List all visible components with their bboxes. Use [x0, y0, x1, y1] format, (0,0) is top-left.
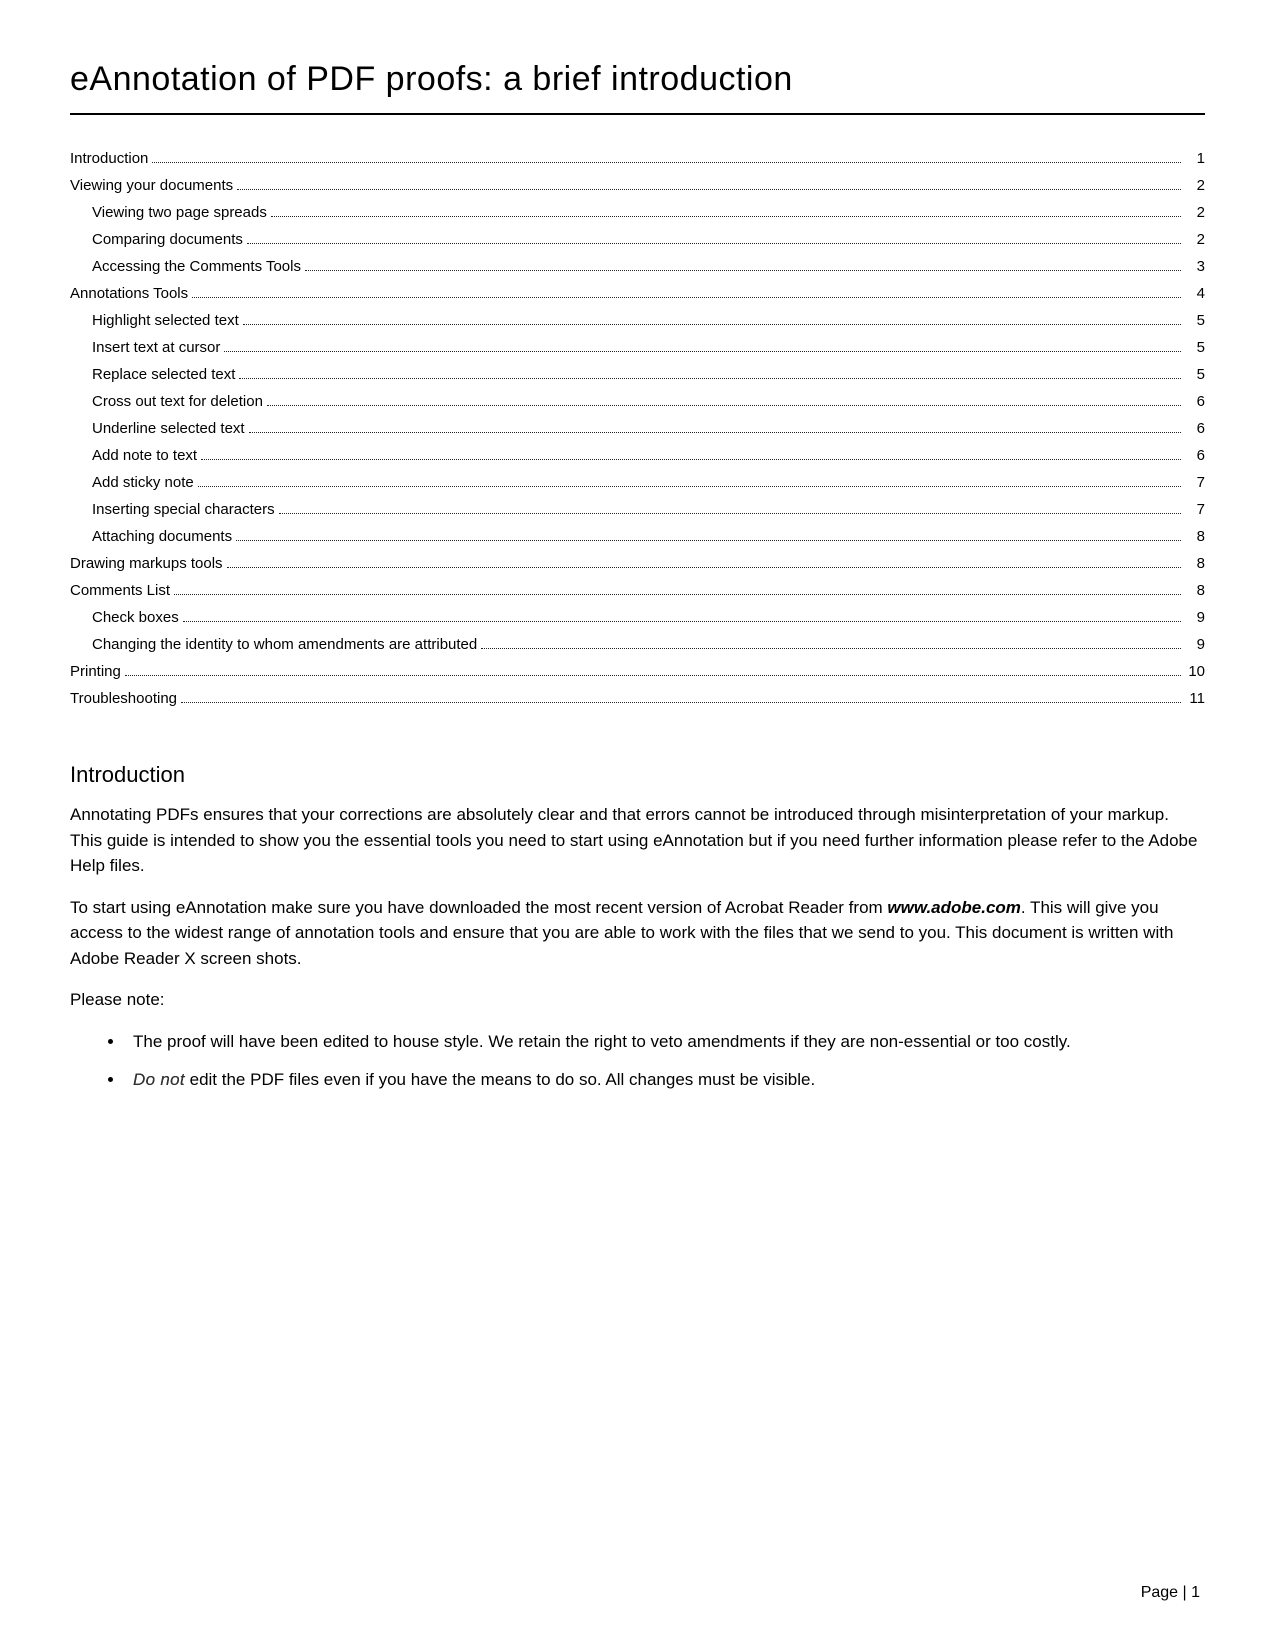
toc-entry[interactable]: Cross out text for deletion 6 — [70, 388, 1205, 415]
toc-entry-label: Changing the identity to whom amendments… — [92, 631, 477, 658]
toc-entry[interactable]: Troubleshooting 11 — [70, 685, 1205, 712]
toc-entry-page: 8 — [1185, 523, 1205, 550]
toc-entry-page: 10 — [1185, 658, 1205, 685]
toc-entry[interactable]: Add sticky note 7 — [70, 469, 1205, 496]
toc-entry-page: 2 — [1185, 226, 1205, 253]
toc-entry[interactable]: Replace selected text 5 — [70, 361, 1205, 388]
toc-leader-dots — [183, 621, 1181, 622]
toc-entry-page: 7 — [1185, 469, 1205, 496]
toc-entry-label: Check boxes — [92, 604, 179, 631]
toc-entry-page: 9 — [1185, 604, 1205, 631]
toc-leader-dots — [181, 702, 1181, 703]
toc-entry-label: Highlight selected text — [92, 307, 239, 334]
toc-entry-label: Attaching documents — [92, 523, 232, 550]
toc-entry-label: Add note to text — [92, 442, 197, 469]
toc-leader-dots — [152, 162, 1181, 163]
toc-entry-page: 1 — [1185, 145, 1205, 172]
toc-entry-label: Printing — [70, 658, 121, 685]
toc-entry-label: Comparing documents — [92, 226, 243, 253]
toc-entry-label: Inserting special characters — [92, 496, 275, 523]
toc-leader-dots — [249, 432, 1181, 433]
adobe-link-text: www.adobe.com — [887, 898, 1021, 917]
please-note-label: Please note: — [70, 987, 1205, 1013]
toc-entry-page: 4 — [1185, 280, 1205, 307]
toc-leader-dots — [305, 270, 1181, 271]
list-item: Do not edit the PDF files even if you ha… — [125, 1067, 1205, 1093]
toc-entry-page: 5 — [1185, 334, 1205, 361]
toc-entry[interactable]: Inserting special characters 7 — [70, 496, 1205, 523]
toc-leader-dots — [271, 216, 1181, 217]
toc-entry-label: Comments List — [70, 577, 170, 604]
toc-entry[interactable]: Comparing documents 2 — [70, 226, 1205, 253]
toc-entry-label: Insert text at cursor — [92, 334, 220, 361]
toc-leader-dots — [201, 459, 1181, 460]
toc-entry[interactable]: Viewing two page spreads 2 — [70, 199, 1205, 226]
toc-entry-label: Underline selected text — [92, 415, 245, 442]
toc-leader-dots — [243, 324, 1181, 325]
toc-entry[interactable]: Attaching documents 8 — [70, 523, 1205, 550]
toc-leader-dots — [247, 243, 1181, 244]
toc-leader-dots — [198, 486, 1181, 487]
toc-entry-page: 9 — [1185, 631, 1205, 658]
toc-entry-label: Viewing your documents — [70, 172, 233, 199]
intro-paragraph-1: Annotating PDFs ensures that your correc… — [70, 802, 1205, 879]
toc-leader-dots — [267, 405, 1181, 406]
toc-entry-page: 8 — [1185, 550, 1205, 577]
toc-entry-page: 8 — [1185, 577, 1205, 604]
toc-entry-page: 7 — [1185, 496, 1205, 523]
toc-entry[interactable]: Comments List 8 — [70, 577, 1205, 604]
toc-entry-label: Cross out text for deletion — [92, 388, 263, 415]
toc-leader-dots — [239, 378, 1181, 379]
toc-entry-label: Replace selected text — [92, 361, 235, 388]
toc-entry[interactable]: Viewing your documents 2 — [70, 172, 1205, 199]
toc-entry-page: 6 — [1185, 388, 1205, 415]
toc-leader-dots — [236, 540, 1181, 541]
toc-entry-label: Viewing two page spreads — [92, 199, 267, 226]
toc-entry[interactable]: Insert text at cursor 5 — [70, 334, 1205, 361]
toc-entry[interactable]: Annotations Tools 4 — [70, 280, 1205, 307]
toc-entry-label: Accessing the Comments Tools — [92, 253, 301, 280]
toc-entry-label: Introduction — [70, 145, 148, 172]
list-item: The proof will have been edited to house… — [125, 1029, 1205, 1055]
para2-text-a: To start using eAnnotation make sure you… — [70, 898, 887, 917]
toc-leader-dots — [224, 351, 1181, 352]
toc-entry[interactable]: Accessing the Comments Tools 3 — [70, 253, 1205, 280]
toc-entry-page: 2 — [1185, 172, 1205, 199]
toc-leader-dots — [125, 675, 1181, 676]
toc-leader-dots — [481, 648, 1181, 649]
bullet2-text: edit the PDF files even if you have the … — [185, 1070, 815, 1089]
toc-leader-dots — [174, 594, 1181, 595]
toc-leader-dots — [192, 297, 1181, 298]
toc-entry-page: 5 — [1185, 361, 1205, 388]
toc-entry[interactable]: Printing 10 — [70, 658, 1205, 685]
section-heading-introduction: Introduction — [70, 762, 1205, 788]
toc-entry-label: Drawing markups tools — [70, 550, 223, 577]
page-title: eAnnotation of PDF proofs: a brief intro… — [70, 60, 1205, 115]
toc-entry[interactable]: Check boxes 9 — [70, 604, 1205, 631]
page-number-footer: Page | 1 — [1141, 1584, 1200, 1602]
intro-paragraph-2: To start using eAnnotation make sure you… — [70, 895, 1205, 972]
toc-leader-dots — [279, 513, 1181, 514]
toc-entry[interactable]: Add note to text 6 — [70, 442, 1205, 469]
toc-entry[interactable]: Introduction 1 — [70, 145, 1205, 172]
toc-entry-page: 3 — [1185, 253, 1205, 280]
toc-entry-page: 6 — [1185, 415, 1205, 442]
toc-entry-label: Troubleshooting — [70, 685, 177, 712]
notes-list: The proof will have been edited to house… — [70, 1029, 1205, 1094]
toc-entry-page: 5 — [1185, 307, 1205, 334]
toc-entry-label: Annotations Tools — [70, 280, 188, 307]
toc-leader-dots — [227, 567, 1181, 568]
toc-entry[interactable]: Drawing markups tools 8 — [70, 550, 1205, 577]
toc-entry[interactable]: Highlight selected text 5 — [70, 307, 1205, 334]
toc-entry[interactable]: Underline selected text 6 — [70, 415, 1205, 442]
toc-leader-dots — [237, 189, 1181, 190]
toc-entry-page: 2 — [1185, 199, 1205, 226]
toc-entry-page: 11 — [1185, 685, 1205, 712]
toc-entry[interactable]: Changing the identity to whom amendments… — [70, 631, 1205, 658]
toc-entry-label: Add sticky note — [92, 469, 194, 496]
toc-entry-page: 6 — [1185, 442, 1205, 469]
do-not-emphasis: Do not — [133, 1070, 185, 1089]
table-of-contents: Introduction1Viewing your documents2View… — [70, 145, 1205, 712]
